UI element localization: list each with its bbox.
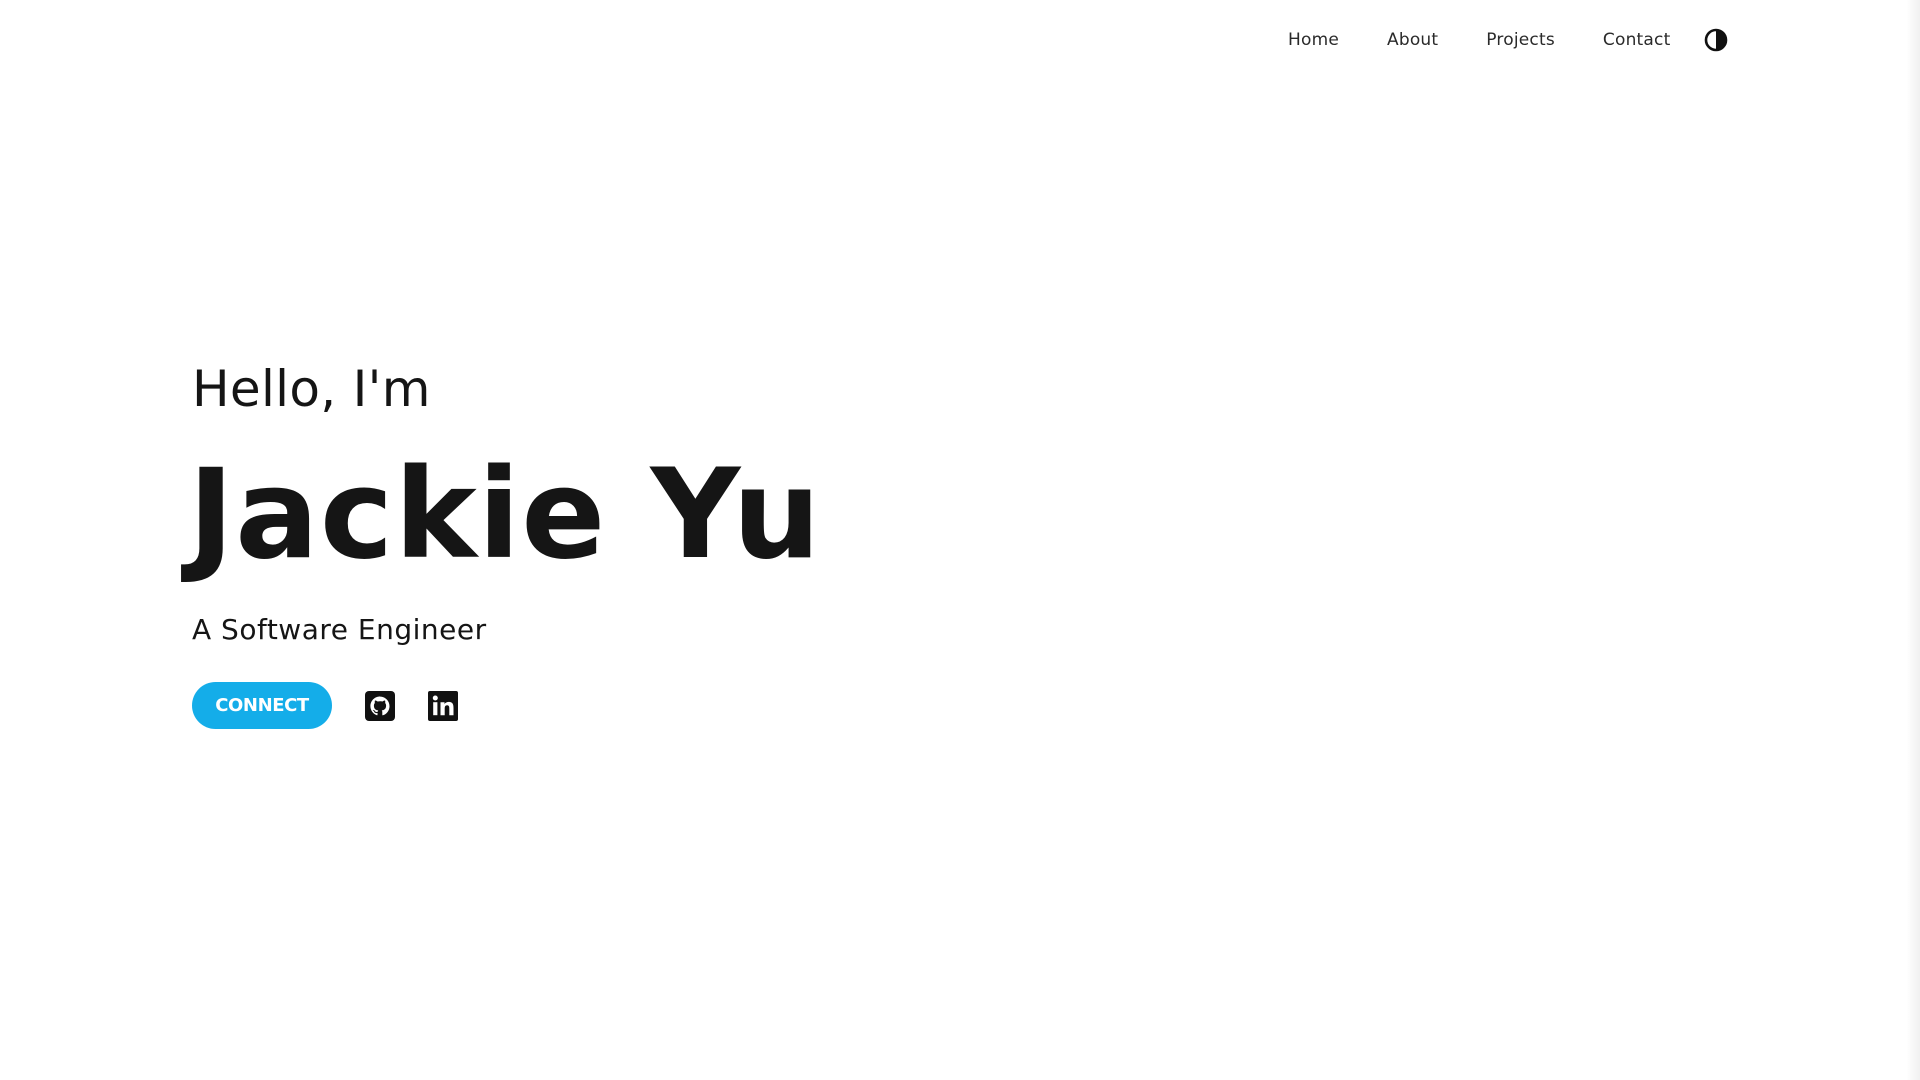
hero-subtitle: A Software Engineer (192, 613, 487, 646)
contrast-toggle-icon (1704, 28, 1728, 52)
linkedin-icon (428, 690, 458, 721)
nav-contact[interactable]: Contact (1603, 30, 1671, 50)
hero-greeting: Hello, I'm (192, 360, 431, 418)
github-icon (365, 690, 395, 721)
social-links (364, 690, 459, 722)
linkedin-link[interactable] (427, 690, 459, 722)
right-edge-shadow (1906, 0, 1920, 1080)
hero-actions: CONNECT (192, 682, 1092, 729)
nav-home[interactable]: Home (1288, 30, 1339, 50)
github-link[interactable] (364, 690, 396, 722)
top-navigation: Home About Projects Contact (1288, 24, 1670, 56)
nav-projects[interactable]: Projects (1486, 30, 1555, 50)
connect-button[interactable]: CONNECT (192, 682, 332, 729)
portfolio-page: Home About Projects Contact Hello, I'm J… (0, 0, 1920, 1080)
hero-name: Jackie Yu (188, 443, 822, 587)
nav-about[interactable]: About (1387, 30, 1438, 50)
theme-toggle-button[interactable] (1704, 28, 1728, 52)
hero-section: Hello, I'm Jackie Yu A Software Engineer… (188, 356, 1092, 729)
